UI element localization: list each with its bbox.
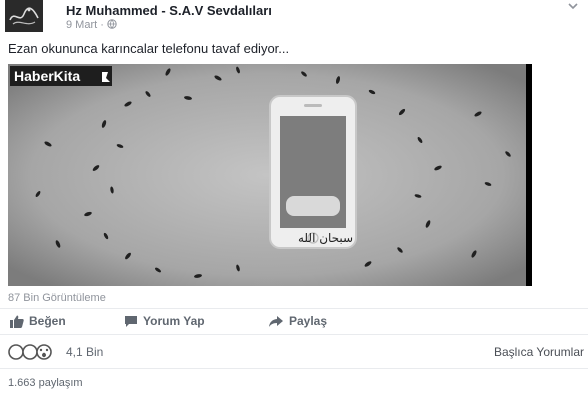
post-header: Hz Muhammed - S.A.V Sevdalıları 9 Mart ·: [0, 0, 588, 38]
chevron-down-icon[interactable]: [564, 0, 582, 14]
post-date[interactable]: 9 Mart: [66, 19, 97, 31]
comment-icon: [125, 315, 137, 327]
share-label: Paylaş: [289, 314, 328, 328]
video-player[interactable]: سبحان الله HaberKita: [8, 64, 532, 286]
share-button[interactable]: Paylaş: [268, 314, 327, 328]
top-comments-filter[interactable]: Başlıca Yorumlar: [494, 345, 584, 359]
comment-button[interactable]: Yorum Yap: [124, 314, 205, 328]
share-arrow-icon: [269, 315, 283, 327]
like-button[interactable]: Beğen: [10, 314, 66, 328]
globe-icon: [107, 19, 117, 29]
reaction-icons[interactable]: [8, 344, 60, 360]
love-reaction-icon: [22, 344, 38, 360]
thumbs-up-icon: [10, 315, 24, 328]
video-overlay-text: سبحان الله: [298, 231, 353, 245]
shares-row: 1.663 paylaşım: [0, 368, 588, 397]
comment-label: Yorum Yap: [143, 314, 205, 328]
dot-separator: ·: [100, 19, 107, 31]
post-author[interactable]: Hz Muhammed - S.A.V Sevdalıları: [66, 3, 272, 18]
video-watermark: HaberKita: [14, 68, 80, 84]
page-avatar[interactable]: [5, 0, 43, 32]
view-count: 87 Bin Görüntüleme: [8, 292, 106, 304]
video-frame: سبحان الله HaberKita: [8, 64, 532, 286]
reaction-count[interactable]: 4,1 Bin: [66, 345, 103, 359]
phone-image: [269, 95, 357, 249]
share-count[interactable]: 1.663 paylaşım: [8, 377, 83, 389]
like-reaction-icon: [8, 344, 24, 360]
reactions-bar: 4,1 Bin Başlıca Yorumlar: [0, 334, 588, 369]
action-bar: Beğen Yorum Yap Paylaş: [0, 308, 588, 335]
post-meta: 9 Mart ·: [66, 19, 117, 31]
like-label: Beğen: [29, 314, 66, 328]
post-caption: Ezan okununca karıncalar telefonu tavaf …: [8, 41, 290, 56]
